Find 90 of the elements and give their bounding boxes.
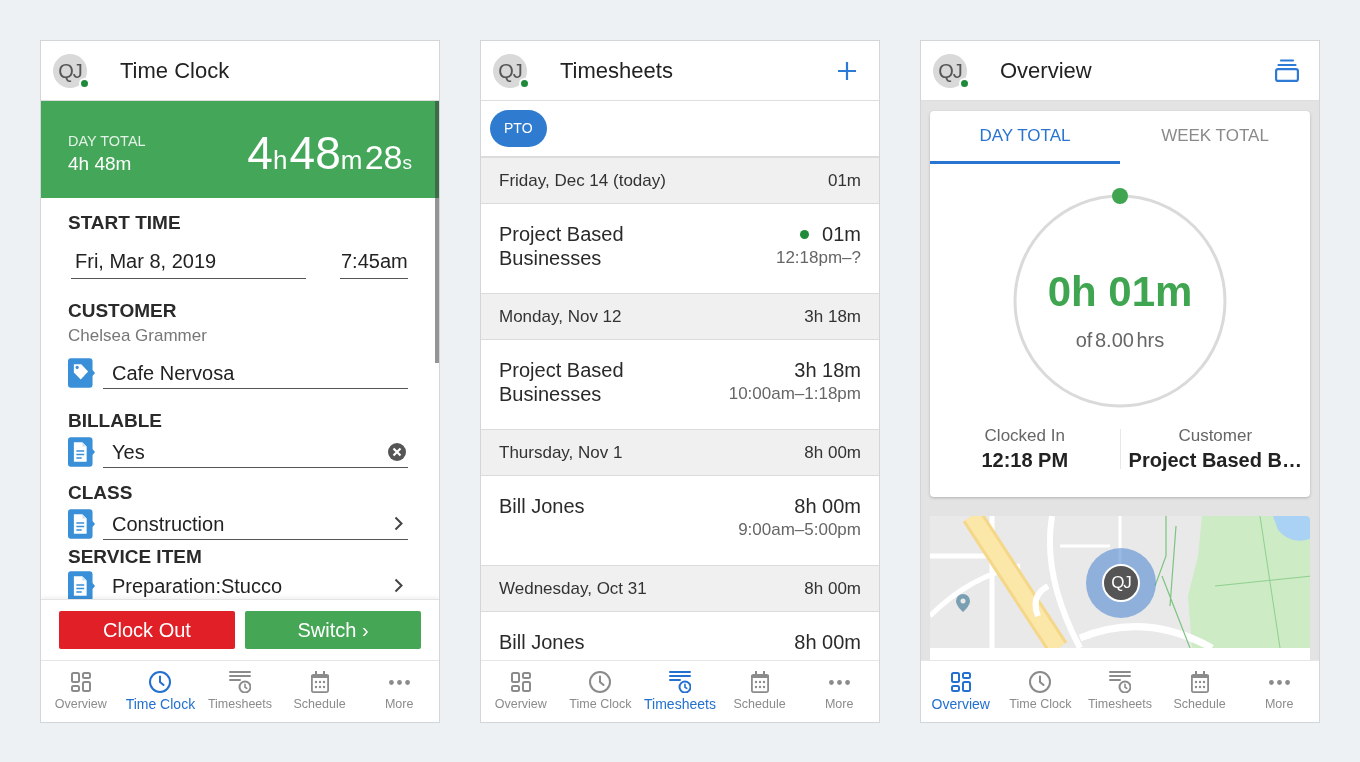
screen-title: Time Clock [120, 57, 230, 85]
customer-name: Bill Jones [499, 630, 585, 655]
field-label: START TIME [68, 211, 182, 235]
day-date: Monday, Nov 12 [499, 305, 622, 328]
nav-tab[interactable]: Time Clock [120, 661, 201, 722]
avatar[interactable]: QJ [493, 53, 527, 88]
nav-tab[interactable]: Time Clock [560, 661, 641, 722]
more-icon [828, 679, 850, 685]
clock-out-button[interactable]: Clock Out [59, 611, 235, 649]
avatar[interactable]: QJ [933, 53, 967, 88]
entry-duration: 01m [822, 222, 861, 246]
document-icon [68, 437, 95, 467]
nav-tab[interactable]: More [1239, 661, 1319, 722]
list-clock-icon [669, 671, 691, 693]
elapsed-timer: 4h48m28s [247, 125, 412, 176]
time-field[interactable]: 7:45am [340, 245, 408, 279]
clock-icon [149, 671, 172, 693]
clock-icon [589, 671, 612, 693]
list-clock-icon [1109, 671, 1131, 693]
total-tab[interactable]: WEEK TOTAL [1120, 111, 1310, 164]
screen-title: Timesheets [560, 57, 673, 85]
field-label: CUSTOMER [68, 299, 178, 323]
entry-duration: 3h 18m [794, 358, 861, 382]
nav-tab[interactable]: Overview [921, 661, 1001, 722]
nav-tab[interactable]: Timesheets [1080, 661, 1160, 722]
day-total-value: 4h 48m [68, 151, 133, 176]
nav-tab[interactable]: Timesheets [200, 661, 280, 722]
clock-icon [1029, 671, 1052, 693]
calendar-icon [750, 671, 769, 693]
tag-icon [68, 358, 95, 388]
nav-tab[interactable]: Schedule [719, 661, 800, 722]
switch-button[interactable]: Switch › [245, 611, 421, 649]
day-total: 01m [827, 169, 861, 192]
add-icon[interactable] [838, 61, 856, 80]
day-total-label: DAY TOTAL [68, 131, 146, 150]
entry-duration: 8h 00m [794, 494, 861, 518]
calendar-icon [1190, 671, 1209, 693]
day-date: Friday, Dec 14 (today) [499, 169, 666, 192]
customer-name: Project Based Businesses [499, 358, 625, 407]
document-icon [68, 509, 95, 539]
text-field[interactable]: Yes [103, 436, 408, 468]
nav-tab[interactable]: Schedule [1159, 661, 1240, 722]
date-field[interactable]: Fri, Mar 8, 2019 [71, 245, 306, 279]
screen-title: Overview [1000, 57, 1092, 85]
chevron-right-icon [394, 516, 403, 531]
more-icon [388, 679, 410, 685]
progress-dot-icon [1112, 188, 1128, 204]
stat-value: Project Based B… [1128, 448, 1302, 473]
stat-label: Customer [1178, 425, 1253, 447]
nav-tab[interactable]: Timesheets [640, 661, 720, 722]
elapsed-total: 0h 01m [1047, 268, 1193, 316]
nav-tab[interactable]: Overview [41, 661, 121, 722]
time-range: 10:00am–1:18pm [728, 383, 861, 405]
card-stack-icon[interactable] [1275, 59, 1299, 82]
select-field[interactable]: Construction [103, 508, 408, 540]
customer-name: Project Based Businesses [499, 222, 625, 271]
grid-icon [950, 672, 971, 692]
time-range: 12:18pm–? [775, 247, 861, 269]
stat-value: 12:18 PM [981, 448, 1069, 473]
stat-label: Clocked In [984, 425, 1065, 447]
field-label: SERVICE ITEM [68, 545, 203, 569]
nav-tab[interactable]: More [799, 661, 879, 722]
list-clock-icon [229, 671, 251, 693]
calendar-icon [310, 671, 329, 693]
day-date: Thursday, Nov 1 [499, 441, 623, 464]
day-total: 8h 00m [804, 577, 861, 600]
location-marker: QJ [1086, 548, 1156, 618]
more-icon [1268, 679, 1290, 685]
nav-tab[interactable]: Schedule [279, 661, 360, 722]
day-total: 8h 00m [804, 441, 861, 464]
nav-tab[interactable]: Time Clock [1000, 661, 1081, 722]
entry-duration: 8h 00m [794, 630, 861, 654]
time-range: 9:00am–5:00pm [738, 519, 861, 541]
day-total: 3h 18m [804, 305, 861, 328]
day-date: Wednesday, Oct 31 [499, 577, 647, 600]
clear-icon[interactable] [388, 442, 406, 461]
text-field[interactable]: Cafe Nervosa [103, 357, 408, 389]
field-label: CLASS [68, 481, 134, 505]
customer-name: Bill Jones [499, 494, 585, 519]
grid-icon [70, 672, 91, 692]
avatar[interactable]: QJ [53, 53, 87, 88]
chevron-right-icon [394, 578, 403, 593]
grid-icon [510, 672, 531, 692]
pto-button[interactable]: PTO [490, 110, 547, 147]
goal-caption: of 8.00 hrs [1075, 328, 1165, 352]
contact-name: Chelsea Grammer [68, 325, 208, 347]
nav-tab[interactable]: More [359, 661, 439, 722]
total-tab[interactable]: DAY TOTAL [930, 111, 1120, 164]
field-label: BILLABLE [68, 409, 163, 433]
nav-tab[interactable]: Overview [481, 661, 561, 722]
